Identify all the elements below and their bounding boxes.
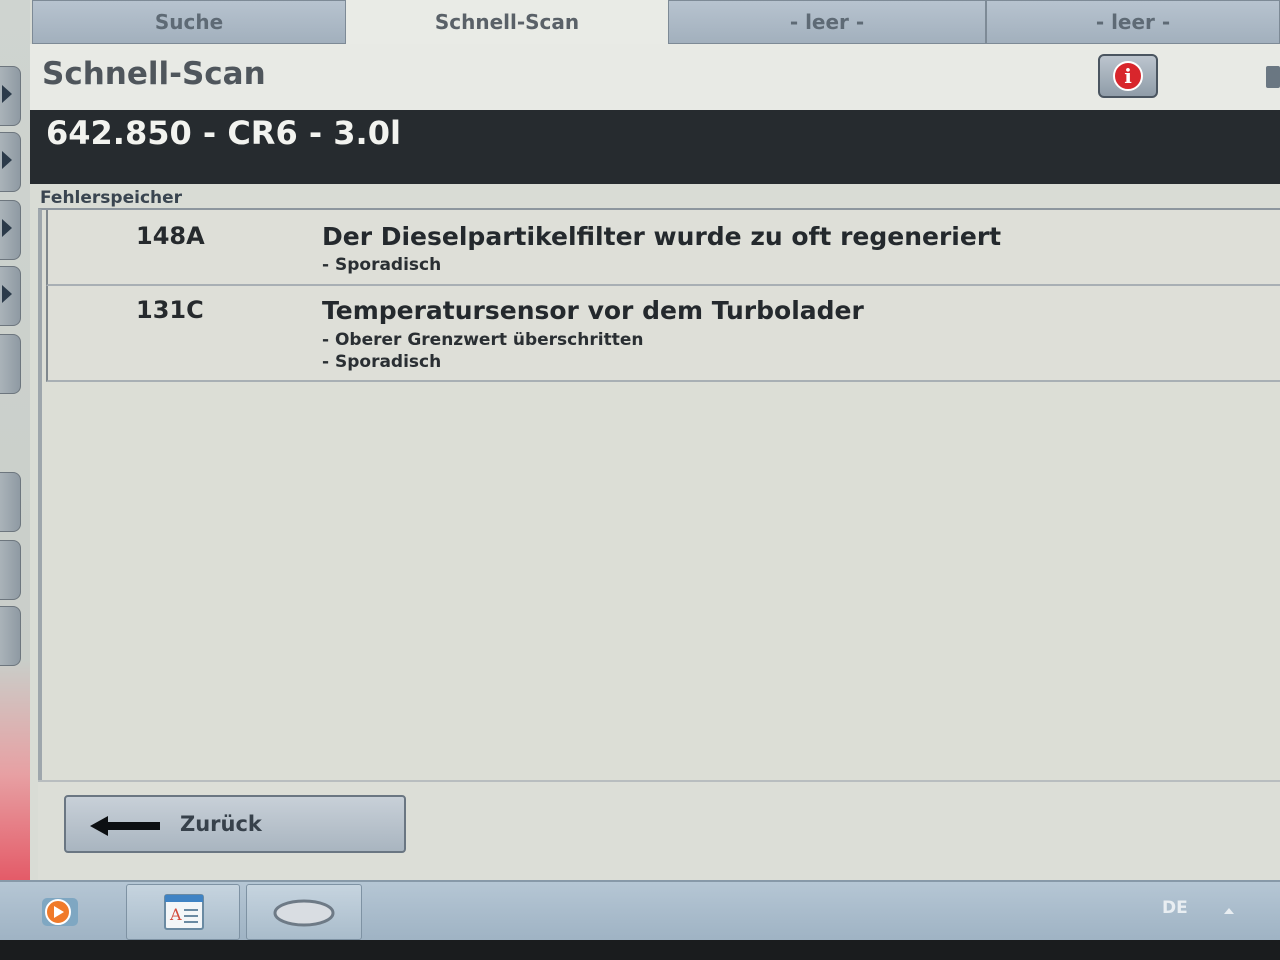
taskbar-media-app[interactable] [4,884,116,940]
tab-schnell-scan[interactable]: Schnell-Scan [346,0,668,44]
svg-text:A: A [169,905,182,924]
vehicle-bar: 642.850 - CR6 - 3.0l [30,110,1280,184]
fault-detail: - Sporadisch [322,352,442,372]
fault-row[interactable]: 148A Der Dieselpartikelfilter wurde zu o… [46,210,1280,286]
page-title: Schnell-Scan [42,56,266,92]
info-icon: i [1113,61,1143,91]
tab-leer-1[interactable]: - leer - [668,0,986,44]
chevron-right-icon [2,151,12,169]
side-button-8[interactable] [0,606,21,666]
fault-code: 148A [136,222,205,250]
tab-label: Suche [154,10,224,34]
tab-leer-2[interactable]: - leer - [986,0,1280,44]
fault-description: Temperatursensor vor dem Turbolader [322,296,864,325]
side-button-5[interactable] [0,334,21,394]
taskbar-wow-app[interactable] [246,884,362,940]
side-expand-button-3[interactable] [0,200,21,260]
wow-logo-icon [273,899,335,927]
back-label: Zurück [180,812,262,836]
print-icon[interactable] [1266,66,1280,88]
document-icon: A [164,894,204,930]
taskbar-editor-app[interactable]: A [126,884,240,940]
taskbar: A DE [0,880,1280,940]
chevron-right-icon [2,85,12,103]
tab-suche[interactable]: Suche [32,0,346,44]
arrow-left-icon [90,816,160,836]
side-expand-button-4[interactable] [0,266,21,326]
play-icon [42,898,78,926]
tray-expand-icon[interactable] [1224,908,1234,914]
tab-label: - leer - [789,10,865,34]
fault-description: Der Dieselpartikelfilter wurde zu oft re… [322,222,1002,251]
chevron-right-icon [2,285,12,303]
vehicle-id: 642.850 - CR6 - 3.0l [46,114,401,152]
info-button[interactable]: i [1098,54,1158,98]
page-header: Schnell-Scan i [30,44,1280,110]
fault-detail: - Oberer Grenzwert überschritten [322,330,644,350]
fault-row[interactable]: 131C Temperatursensor vor dem Turbolader… [46,286,1280,382]
side-expand-button-1[interactable] [0,66,21,126]
tab-label: - leer - [1095,10,1171,34]
tab-label: Schnell-Scan [434,10,580,34]
language-indicator[interactable]: DE [1162,898,1188,918]
side-button-7[interactable] [0,540,21,600]
back-button[interactable]: Zurück [64,795,406,853]
side-button-6[interactable] [0,472,21,532]
fault-code: 131C [136,296,204,324]
fault-list: 148A Der Dieselpartikelfilter wurde zu o… [38,208,1280,780]
fault-memory-label: Fehlerspeicher [40,188,183,208]
fault-detail: - Sporadisch [322,255,442,275]
screen-bezel [0,940,1280,960]
chevron-right-icon [2,219,12,237]
side-expand-button-2[interactable] [0,132,21,192]
